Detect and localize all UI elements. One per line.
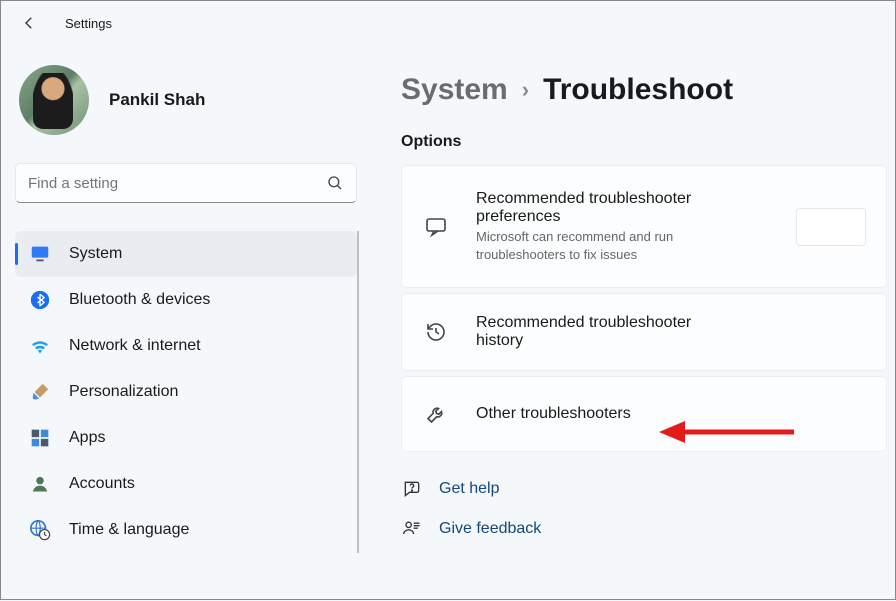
avatar [19, 65, 89, 135]
profile-block[interactable]: Pankil Shah [15, 55, 357, 163]
monitor-icon [29, 243, 51, 265]
tile-dropdown[interactable] [796, 208, 866, 246]
sidebar-item-network[interactable]: Network & internet [15, 323, 357, 369]
tile-title: Other troubleshooters [476, 405, 631, 423]
globe-clock-icon [29, 519, 51, 541]
sidebar-item-label: System [69, 245, 122, 263]
sidebar-item-personalization[interactable]: Personalization [15, 369, 357, 415]
wrench-icon [422, 400, 450, 428]
link-label[interactable]: Give feedback [439, 520, 541, 538]
grid-icon [29, 427, 51, 449]
sidebar-item-time-language[interactable]: Time & language [15, 507, 357, 553]
tile-desc: Microsoft can recommend and run troubles… [476, 228, 736, 263]
tile-recommended-preferences[interactable]: Recommended troubleshooter preferences M… [401, 165, 887, 288]
sidebar-item-bluetooth[interactable]: Bluetooth & devices [15, 277, 357, 323]
sidebar-item-system[interactable]: System [15, 231, 357, 277]
annotation-arrow [659, 417, 799, 447]
sidebar-item-label: Bluetooth & devices [69, 291, 210, 309]
history-icon [422, 318, 450, 346]
scrollbar[interactable] [357, 231, 359, 553]
chat-bubble-icon [422, 213, 450, 241]
sidebar-item-label: Time & language [69, 521, 189, 539]
link-label[interactable]: Get help [439, 480, 499, 498]
back-button[interactable] [15, 9, 43, 37]
section-title-options: Options [401, 133, 887, 151]
wifi-icon [29, 335, 51, 357]
help-icon [401, 478, 423, 500]
breadcrumb: System › Troubleshoot [401, 73, 887, 107]
breadcrumb-current: Troubleshoot [543, 73, 733, 107]
tile-troubleshooter-history[interactable]: Recommended troubleshooter history [401, 293, 887, 371]
person-icon [29, 473, 51, 495]
tile-title: Recommended troubleshooter history [476, 314, 736, 350]
sidebar-item-accounts[interactable]: Accounts [15, 461, 357, 507]
user-name: Pankil Shah [109, 90, 205, 110]
bluetooth-icon [29, 289, 51, 311]
sidebar-item-label: Network & internet [69, 337, 201, 355]
app-title: Settings [65, 16, 112, 31]
sidebar-item-apps[interactable]: Apps [15, 415, 357, 461]
search-icon [326, 174, 344, 192]
sidebar-nav: System Bluetooth & devices Network & int… [15, 231, 357, 553]
link-give-feedback[interactable]: Give feedback [401, 518, 887, 540]
brush-icon [29, 381, 51, 403]
search-box[interactable] [15, 163, 357, 203]
tile-other-troubleshooters[interactable]: Other troubleshooters [401, 376, 887, 452]
sidebar-item-label: Personalization [69, 383, 178, 401]
search-input[interactable] [28, 175, 326, 192]
feedback-icon [401, 518, 423, 540]
link-get-help[interactable]: Get help [401, 478, 887, 500]
arrow-left-icon [20, 14, 38, 32]
tile-title: Recommended troubleshooter preferences [476, 190, 736, 226]
sidebar-item-label: Apps [69, 429, 105, 447]
sidebar-item-label: Accounts [69, 475, 135, 493]
breadcrumb-parent[interactable]: System [401, 73, 508, 107]
chevron-right-icon: › [522, 77, 529, 103]
